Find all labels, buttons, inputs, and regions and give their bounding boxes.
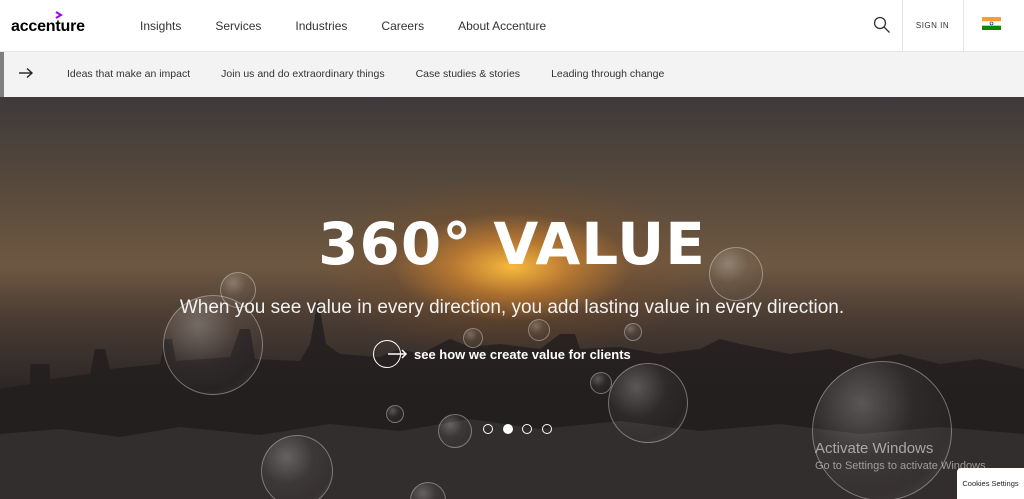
top-navigation: accenture Insights Services Industries C… [0, 0, 1024, 52]
main-nav: Insights Services Industries Careers Abo… [140, 19, 580, 33]
subnav-leading[interactable]: Leading through change [551, 68, 664, 80]
bubble [812, 361, 952, 499]
carousel-indicators [483, 424, 561, 434]
carousel-dot-3[interactable] [522, 424, 532, 434]
nav-insights[interactable]: Insights [140, 19, 181, 33]
carousel-dot-4[interactable] [541, 424, 552, 434]
search-button[interactable] [862, 0, 902, 52]
subnav-ideas[interactable]: Ideas that make an impact [67, 68, 190, 80]
subnav-join-us[interactable]: Join us and do extraordinary things [221, 68, 384, 80]
logo-chevron-icon [55, 11, 63, 19]
india-flag-icon[interactable] [982, 17, 1001, 30]
cookies-settings-button[interactable]: Cookies Settings [957, 468, 1024, 499]
bubble [624, 323, 642, 341]
arrow-right-icon[interactable] [18, 67, 34, 79]
sign-in-link[interactable]: SIGN IN [902, 0, 963, 52]
bubble [528, 319, 550, 341]
hero-title: 360° VALUE [318, 210, 706, 278]
hero-banner: 360° VALUE When you see value in every d… [0, 97, 1024, 499]
search-icon [873, 16, 890, 33]
activate-windows-title: Activate Windows [815, 440, 934, 457]
secondary-nav: Ideas that make an impact Join us and do… [0, 52, 1024, 97]
bubble [608, 363, 688, 443]
accenture-logo[interactable]: accenture [11, 18, 85, 36]
bubble [438, 414, 472, 448]
hero-cta-label: see how we create value for clients [414, 346, 631, 362]
nav-services[interactable]: Services [215, 19, 261, 33]
nav-careers[interactable]: Careers [381, 19, 424, 33]
carousel-dot-1[interactable] [483, 424, 493, 434]
hero-subtitle: When you see value in every direction, y… [179, 297, 845, 318]
hero-cta-link[interactable]: see how we create value for clients [373, 340, 631, 368]
bubble [386, 405, 404, 423]
subnav-case-studies[interactable]: Case studies & stories [416, 68, 520, 80]
nav-about[interactable]: About Accenture [458, 19, 546, 33]
divider [963, 0, 964, 52]
nav-industries[interactable]: Industries [295, 19, 347, 33]
bubble [261, 435, 333, 499]
arrow-circle-icon [373, 340, 408, 368]
carousel-dot-2[interactable] [502, 424, 513, 434]
bubble [590, 372, 612, 394]
